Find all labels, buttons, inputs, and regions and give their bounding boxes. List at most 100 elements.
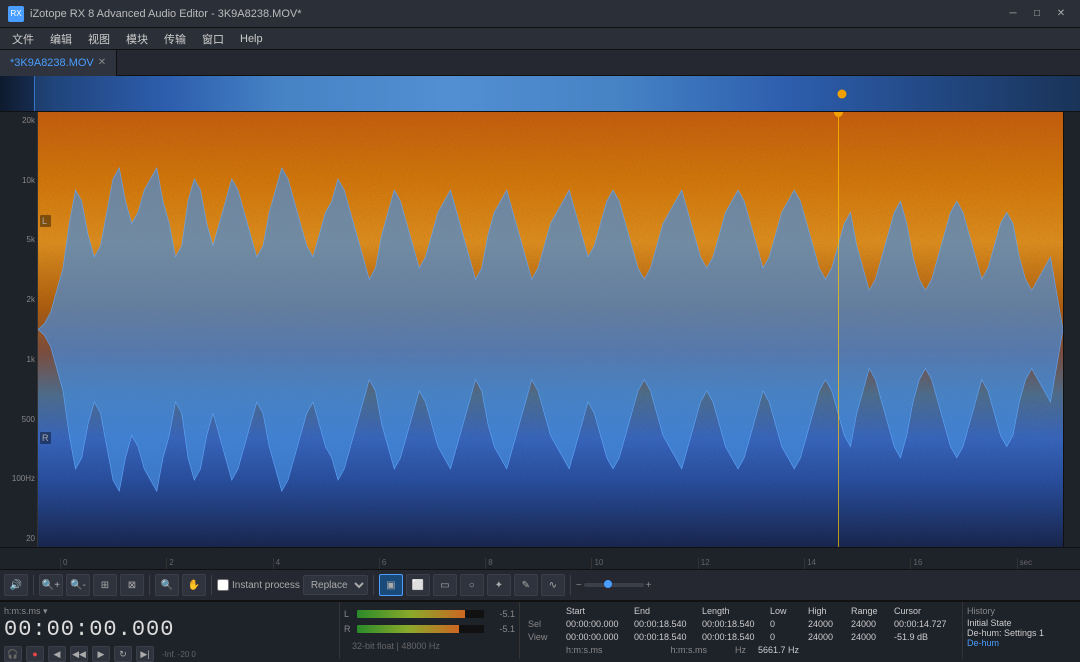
sel-cursor: 00:00:14.727 (894, 619, 954, 629)
menu-edit[interactable]: 编辑 (42, 29, 80, 49)
db-scale: dB 70 80 90 100 110 120 130 140 150 160 (1063, 112, 1080, 547)
timeline: 0 2 4 6 8 10 12 14 16 sec (0, 547, 1080, 569)
freq-20k: 20k (2, 116, 35, 125)
view-high: 24000 (808, 632, 843, 642)
prev-btn[interactable]: ◀ (48, 646, 66, 662)
editor-canvas[interactable]: L R (38, 112, 1063, 547)
time-select-btn[interactable]: ⬜ (406, 574, 430, 596)
tab-file[interactable]: *3K9A8238.MOV ✕ (0, 50, 117, 76)
level-r-bar (357, 625, 459, 633)
menu-window[interactable]: 窗口 (194, 29, 232, 49)
freq-select-btn[interactable]: ▭ (433, 574, 457, 596)
hz-label: Hz (735, 645, 746, 655)
transport-top: h:m:s.ms ▾ (4, 606, 335, 617)
instant-process-label: Instant process (232, 580, 300, 591)
lasso-btn[interactable]: ○ (460, 574, 484, 596)
level-row-r: R -5.1 (344, 624, 515, 634)
fit-btn[interactable]: ⊞ (93, 574, 117, 596)
headphones-btn[interactable]: 🎧 (4, 646, 22, 662)
view-end: 00:00:18.540 (634, 632, 694, 642)
zoom-slider[interactable] (584, 583, 644, 587)
info-headers: Start End Length Low High Range Cursor (528, 606, 954, 616)
play-btn[interactable]: ▶ (92, 646, 110, 662)
sep3 (211, 575, 212, 595)
mark-8: 8 (485, 558, 591, 569)
magic-wand-btn[interactable]: ✦ (487, 574, 511, 596)
zoom-sel-btn[interactable]: ⊠ (120, 574, 144, 596)
meter-cluster: -Inf. -20 0 (162, 650, 196, 659)
low-col-label: Low (770, 606, 800, 616)
start-col-label: Start (566, 606, 626, 616)
sep2 (149, 575, 150, 595)
levels-panel: L -5.1 R -5.1 32-bit float | 48000 Hz (340, 602, 520, 659)
loop-btn[interactable]: ↻ (114, 646, 132, 662)
inf-label: -Inf. (162, 650, 176, 659)
replace-select[interactable]: Replace (303, 575, 368, 595)
freq-1k: 1k (2, 355, 35, 364)
zoom-in-time-btn[interactable]: 🔍+ (39, 574, 63, 596)
history-panel: History Initial State De-hum: Settings 1… (963, 602, 1080, 659)
maximize-button[interactable]: □ (1026, 5, 1048, 23)
instant-process-checkbox[interactable] (217, 579, 229, 591)
next-btn[interactable]: ▶| (136, 646, 154, 662)
sep5 (570, 575, 571, 595)
waveform-svg (38, 112, 1063, 547)
zero-label: 0 (191, 650, 195, 659)
level-r-label: R (344, 624, 354, 634)
brush-btn[interactable]: ✎ (514, 574, 538, 596)
menu-transport[interactable]: 传输 (156, 29, 194, 49)
record-btn[interactable]: ● (26, 646, 44, 662)
transport-panel: h:m:s.ms ▾ 00:00:00.000 🎧 ● ◀ ◀◀ ▶ ↻ ▶| … (0, 602, 340, 659)
zoom-minus[interactable]: − (576, 580, 582, 591)
channel-labels: L R (40, 112, 51, 547)
menu-module[interactable]: 模块 (118, 29, 156, 49)
freq-20: 20 (2, 534, 35, 543)
sel-end: 00:00:18.540 (634, 619, 694, 629)
app-icon: RX (8, 6, 24, 22)
time-format-label[interactable]: h:m:s.ms ▾ (4, 606, 48, 617)
history-dehum1[interactable]: De-hum: Settings 1 (967, 628, 1080, 638)
minimize-button[interactable]: ─ (1002, 5, 1024, 23)
mark-6: 6 (379, 558, 485, 569)
mark-12: 12 (698, 558, 804, 569)
level-l-val: -5.1 (487, 609, 515, 619)
range-col-label: Range (851, 606, 886, 616)
cursor-col-label: Cursor (894, 606, 954, 616)
select-tool-btn[interactable]: ▣ (379, 574, 403, 596)
tab-close-icon[interactable]: ✕ (98, 57, 106, 68)
pencil-btn[interactable]: ∿ (541, 574, 565, 596)
hz-row: h:m:s.ms h:m:s.ms Hz 5661.7 Hz (528, 645, 954, 655)
bitrate-info: 32-bit float | 48000 Hz (344, 639, 515, 653)
cursor-hz: 5661.7 Hz (758, 645, 799, 655)
sel-low: 0 (770, 619, 800, 629)
menu-help[interactable]: Help (232, 31, 271, 47)
overview-selection (34, 76, 1080, 111)
overview-strip[interactable] (0, 76, 1080, 112)
zoom-full-btn[interactable]: 🔍 (155, 574, 179, 596)
history-title: History (967, 606, 1080, 616)
zoom-thumb[interactable] (604, 580, 612, 588)
rewind-btn[interactable]: ◀◀ (70, 646, 88, 662)
level-row-l: L -5.1 (344, 609, 515, 619)
zoom-plus[interactable]: + (646, 580, 652, 591)
menu-view[interactable]: 视图 (80, 29, 118, 49)
freq-5k: 5k (2, 235, 35, 244)
level-l-bar (357, 610, 465, 618)
zoom-out-time-btn[interactable]: 🔍- (66, 574, 90, 596)
mark-16: 16 (910, 558, 1016, 569)
hand-tool-btn[interactable]: ✋ (182, 574, 206, 596)
history-dehum[interactable]: De-hum (967, 638, 1080, 648)
history-initial[interactable]: Initial State (967, 618, 1080, 628)
editor-area[interactable]: 20k 10k 5k 2k 1k 500 100Hz 20 (0, 112, 1080, 547)
channel-r: R (40, 432, 51, 444)
menu-file[interactable]: 文件 (4, 29, 42, 49)
transport-controls: 🎧 ● ◀ ◀◀ ▶ ↻ ▶| -Inf. -20 0 (4, 646, 335, 662)
channel-l: L (40, 215, 51, 227)
audio-icon-btn[interactable]: 🔊 (4, 574, 28, 596)
tab-bar: *3K9A8238.MOV ✕ (0, 50, 1080, 76)
sel-high: 24000 (808, 619, 843, 629)
hms2: h:m:s.ms (671, 645, 708, 655)
instant-process-check[interactable]: Instant process (217, 579, 300, 591)
close-button[interactable]: ✕ (1050, 5, 1072, 23)
tab-label: *3K9A8238.MOV (10, 57, 94, 69)
